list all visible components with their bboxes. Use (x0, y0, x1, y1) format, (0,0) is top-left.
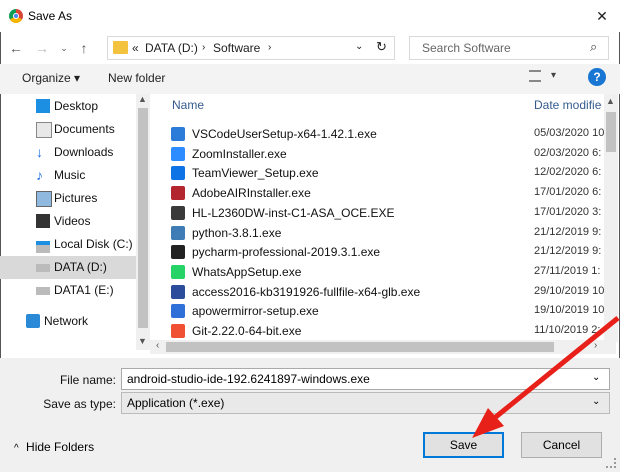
annotation-arrow (472, 316, 620, 438)
arrow-shaft (490, 316, 620, 422)
